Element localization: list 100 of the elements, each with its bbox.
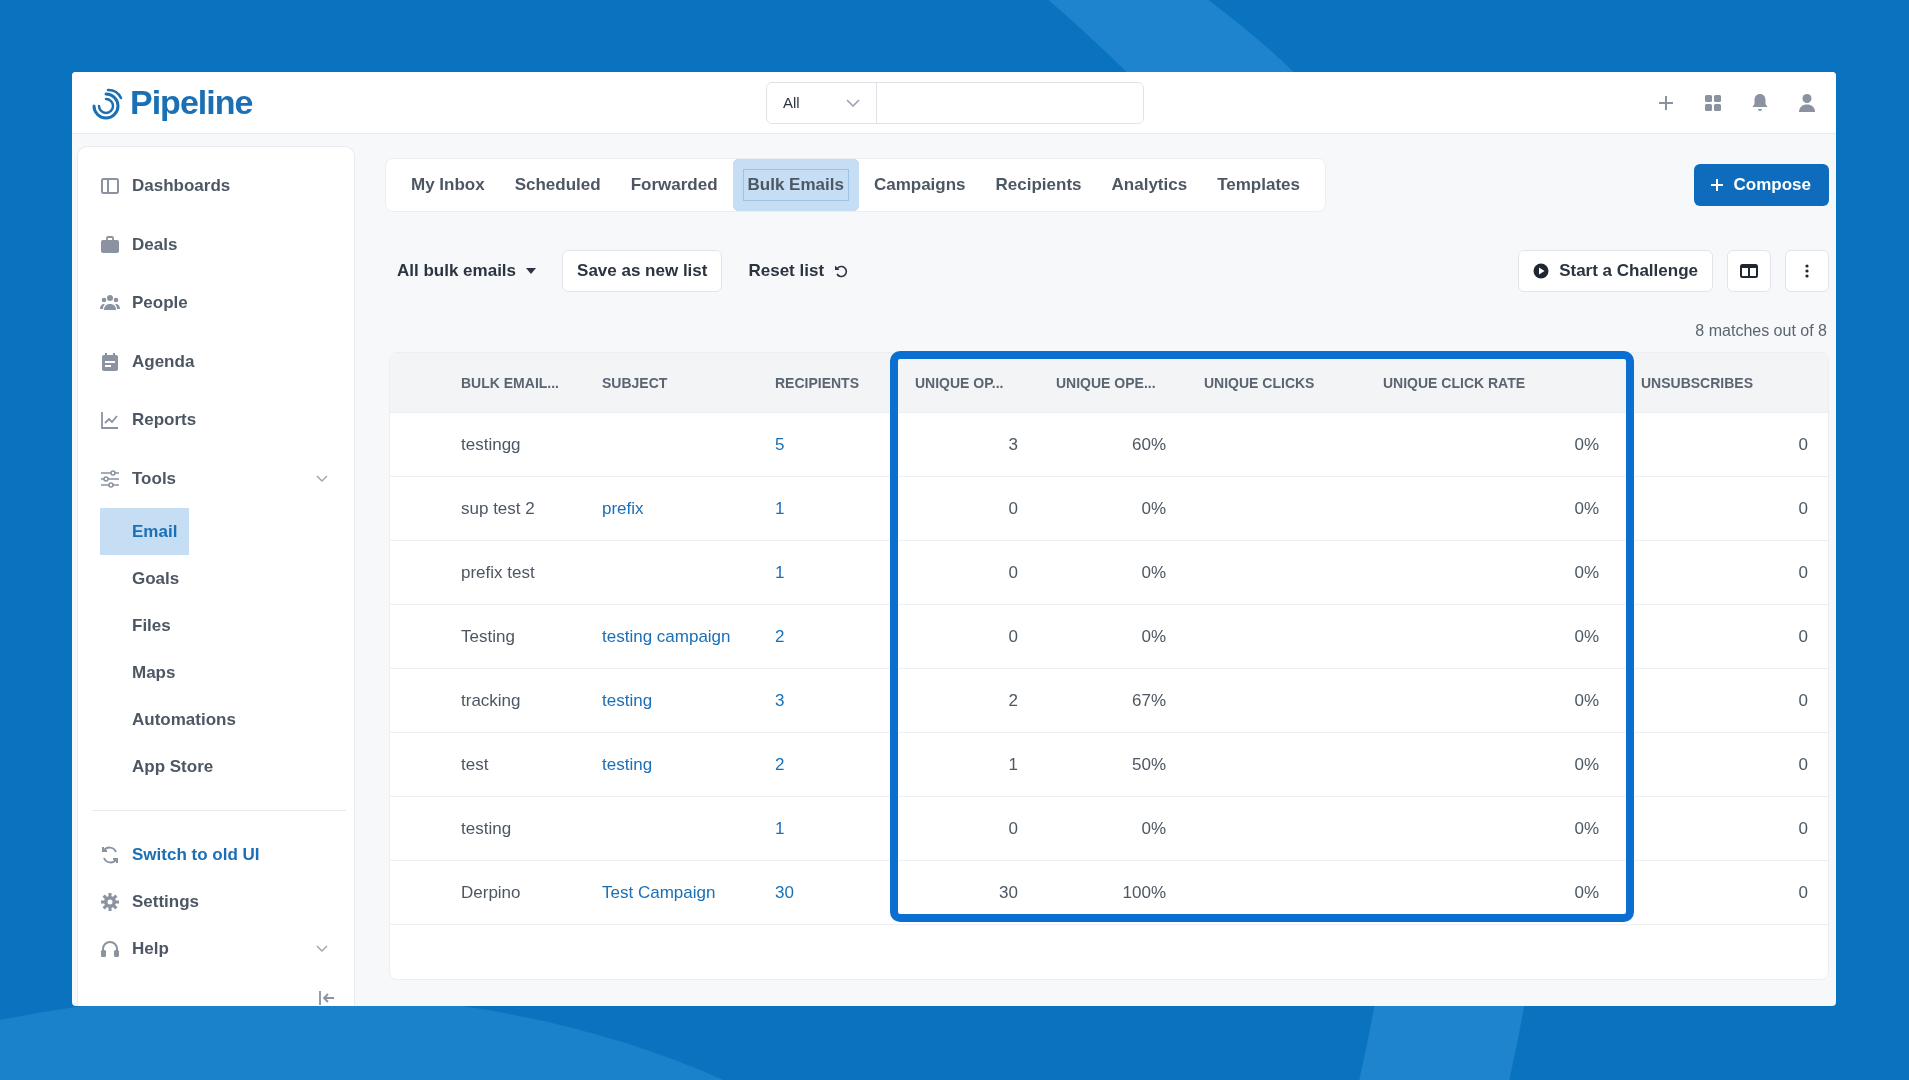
table-cell: 0%	[1141, 626, 1166, 646]
match-count: 8 matches out of 8	[1695, 322, 1827, 340]
recipients-link[interactable]: 5	[775, 434, 785, 454]
sidebar-item[interactable]: Switch to old UI	[100, 831, 346, 878]
headset-icon	[100, 938, 120, 959]
table-cell: 0	[1798, 498, 1808, 518]
column-header[interactable]: UNIQUE CLICK RATE	[1383, 374, 1637, 391]
recipients-link[interactable]: 30	[775, 882, 794, 902]
grid-icon[interactable]	[1704, 93, 1722, 112]
subject-link[interactable]: Test Campaign	[602, 882, 716, 902]
subject-link[interactable]: testing campaign	[602, 626, 731, 646]
sidebar-subitem[interactable]: Email	[100, 508, 190, 555]
sidebar-subitem[interactable]: App Store	[100, 743, 226, 790]
tab[interactable]: My Inbox	[396, 159, 500, 211]
table-cell-text: testingg	[461, 434, 522, 455]
table-cell-text: test	[461, 754, 490, 775]
list-dropdown[interactable]: All bulk emails	[385, 250, 549, 292]
briefcase-icon	[100, 234, 120, 255]
subject-link[interactable]: testing	[602, 690, 653, 710]
table-cell: 0%	[1141, 562, 1166, 582]
tab[interactable]: Forwarded	[615, 159, 733, 211]
table-cell: 0%	[1574, 754, 1599, 774]
play-icon	[1533, 263, 1550, 279]
sidebar-item[interactable]: Help	[100, 925, 346, 972]
sidebar-subitem[interactable]: Maps	[100, 649, 188, 696]
table-cell-text: prefix test	[461, 562, 536, 583]
sidebar-item[interactable]: People	[100, 274, 346, 333]
column-header[interactable]: UNIQUE OPE...	[1056, 374, 1204, 391]
gear-icon	[100, 891, 120, 912]
sidebar-item[interactable]: Settings	[100, 878, 346, 925]
table-cell-text: tracking	[461, 690, 522, 711]
tab[interactable]: Bulk Emails	[732, 159, 859, 211]
recipients-link[interactable]: 3	[775, 690, 785, 710]
recipients-link[interactable]: 1	[775, 562, 785, 582]
recipients-link[interactable]: 2	[775, 626, 785, 646]
sidebar-item[interactable]: Deals	[100, 215, 346, 274]
reset-list-button[interactable]: Reset list	[736, 250, 861, 292]
table-cell: 30	[999, 882, 1018, 902]
chevron-down-icon	[316, 944, 328, 953]
table-cell: 50%	[1131, 754, 1166, 774]
sidebar-subitem[interactable]: Files	[100, 602, 183, 649]
calendar-icon	[100, 351, 120, 372]
tab[interactable]: Scheduled	[499, 159, 616, 211]
table-cell: 0	[1798, 754, 1808, 774]
table-cell: 0%	[1574, 434, 1599, 454]
sidebar-subitem[interactable]: Goals	[100, 555, 192, 602]
tab[interactable]: Recipients	[980, 159, 1097, 211]
subject-link[interactable]: testing	[602, 754, 653, 774]
table-cell: 0	[1008, 818, 1018, 838]
table-cell: 0	[1798, 818, 1808, 838]
sidebar-item[interactable]: Tools	[100, 449, 346, 508]
recipients-link[interactable]: 1	[775, 818, 785, 838]
column-header[interactable]: UNIQUE OP...	[915, 374, 1056, 391]
table-cell: 0%	[1141, 818, 1166, 838]
save-list-button[interactable]: Save as new list	[562, 250, 723, 292]
caret-icon	[526, 268, 537, 274]
table-cell: 67%	[1131, 690, 1166, 710]
table-cell-text: testing	[461, 818, 513, 839]
table-cell: 0%	[1574, 690, 1599, 710]
column-header[interactable]: BULK EMAIL...	[461, 374, 602, 391]
column-header[interactable]: RECIPIENTS	[775, 374, 915, 391]
tab[interactable]: Templates	[1202, 159, 1315, 211]
table-cell: 0%	[1574, 818, 1599, 838]
column-header[interactable]: UNIQUE CLICKS	[1204, 374, 1383, 391]
columns-icon	[1740, 264, 1758, 278]
sidebar-item[interactable]: Reports	[100, 391, 346, 450]
sidebar-item[interactable]: Agenda	[100, 332, 346, 391]
table-cell: 0	[1798, 690, 1808, 710]
tab[interactable]: Analytics	[1096, 159, 1203, 211]
more-vertical-icon	[1805, 264, 1809, 278]
table-cell: 0	[1798, 626, 1808, 646]
table-cell: 0%	[1141, 498, 1166, 518]
recipients-link[interactable]: 1	[775, 498, 785, 518]
start-challenge-button[interactable]: Start a Challenge	[1518, 250, 1713, 292]
bell-icon[interactable]	[1751, 92, 1769, 113]
app-name: Pipeline	[130, 83, 253, 122]
table-cell: 0%	[1574, 498, 1599, 518]
table-cell: 0%	[1574, 882, 1599, 902]
plus-icon[interactable]	[1657, 93, 1675, 112]
sidebar-subitem[interactable]: Automations	[100, 696, 248, 743]
column-header[interactable]: UNSUBSCRIBES	[1637, 374, 1826, 391]
subject-link[interactable]: prefix	[602, 498, 644, 518]
table-cell: 0	[1798, 434, 1808, 454]
sliders-icon	[100, 468, 120, 489]
plus-icon	[1709, 178, 1724, 192]
table-cell: 1	[1008, 754, 1018, 774]
columns-button[interactable]	[1727, 250, 1771, 292]
table-cell-text: Testing	[461, 626, 516, 647]
sidebar-item[interactable]: Dashboards	[100, 157, 346, 216]
table-cell: 0	[1008, 562, 1018, 582]
dashboard-icon	[100, 176, 120, 197]
table-cell: 0	[1798, 882, 1808, 902]
collapse-sidebar-icon[interactable]	[318, 990, 336, 1006]
tab[interactable]: Campaigns	[858, 159, 981, 211]
user-icon[interactable]	[1798, 92, 1816, 113]
table-cell: 100%	[1122, 882, 1166, 902]
column-header[interactable]: SUBJECT	[602, 374, 775, 391]
table-cell-text: sup test 2	[461, 498, 536, 519]
compose-button[interactable]: Compose	[1693, 164, 1829, 206]
recipients-link[interactable]: 2	[775, 754, 785, 774]
